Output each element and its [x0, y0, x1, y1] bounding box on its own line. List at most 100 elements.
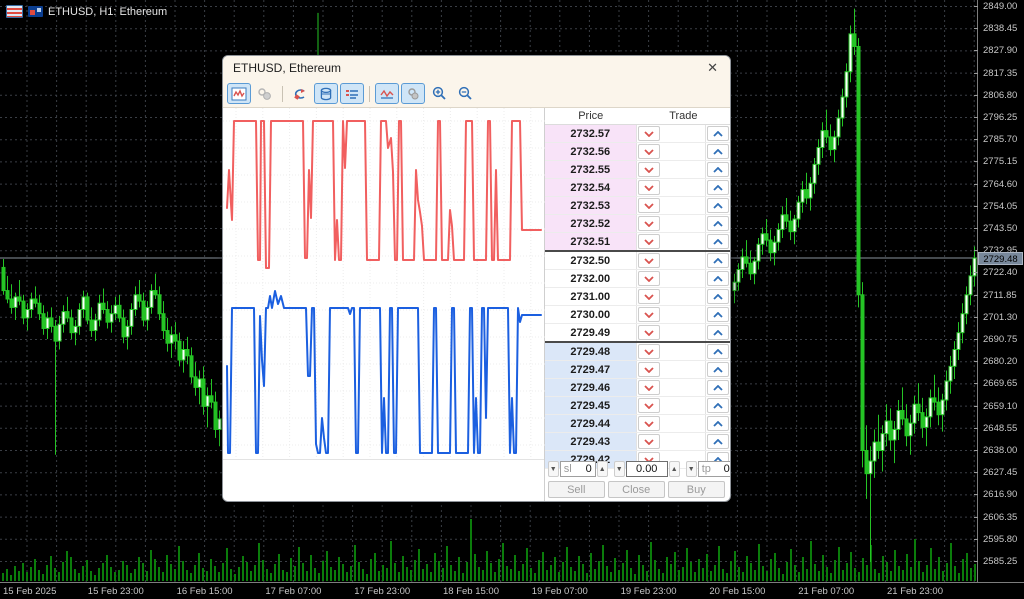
close-icon[interactable]: ✕: [705, 60, 720, 76]
trade-volume-cell: [660, 379, 706, 396]
price-axis-label: 2754.05: [983, 200, 1018, 212]
sell-at-price-button[interactable]: [637, 144, 660, 159]
zoom-in-button[interactable]: [427, 83, 451, 104]
dom-price: 2732.57: [544, 125, 637, 142]
tick-chart: [223, 108, 545, 501]
sell-at-price-button[interactable]: [637, 344, 660, 359]
sell-at-price-button[interactable]: [637, 307, 660, 322]
one-click-trading-button[interactable]: [253, 83, 277, 104]
depth-of-market-button[interactable]: [314, 83, 338, 104]
dom-row: 2732.56: [544, 143, 730, 161]
buy-at-price-button[interactable]: [707, 271, 729, 286]
dialog-body: Price Trade 2732.57 2732.56 2732.55 2732.54…: [223, 108, 730, 501]
volume-increase-button[interactable]: ▲: [668, 461, 680, 477]
sell-button[interactable]: Sell: [547, 481, 605, 498]
tick-chart-footer: [223, 459, 544, 501]
dom-price: 2729.43: [544, 433, 637, 450]
take-profit-field[interactable]: tp 0: [697, 461, 730, 477]
sell-at-price-button[interactable]: [637, 398, 660, 413]
orders-list-button[interactable]: [340, 83, 364, 104]
sell-at-price-button[interactable]: [637, 234, 660, 249]
sell-at-price-button[interactable]: [637, 253, 660, 268]
price-axis[interactable]: 2849.00 2838.45 2827.90 2817.35 2806.80 2796.…: [974, 0, 1024, 582]
buy-at-price-button[interactable]: [707, 344, 729, 359]
buy-at-price-button[interactable]: [707, 162, 729, 177]
sell-at-price-button[interactable]: [637, 416, 660, 431]
sl-decrease-button[interactable]: ▼: [547, 461, 559, 477]
sell-at-price-button[interactable]: [637, 380, 660, 395]
trade-volume-cell: [660, 233, 706, 250]
grouped-quotes-button[interactable]: [401, 83, 425, 104]
trade-volume-cell: [660, 288, 706, 305]
price-axis-label: 2627.45: [983, 467, 1018, 479]
buy-at-price-button[interactable]: [707, 434, 729, 449]
sell-at-price-button[interactable]: [637, 325, 660, 340]
dom-price: 2729.45: [544, 397, 637, 414]
tp-decrease-button[interactable]: ▼: [685, 461, 697, 477]
buy-at-price-button[interactable]: [707, 198, 729, 213]
trade-volume-cell: [660, 125, 706, 142]
dom-price: 2732.55: [544, 161, 637, 178]
buy-button[interactable]: Buy: [667, 481, 725, 498]
tick-chart-view-button[interactable]: [227, 83, 251, 104]
buy-at-price-button[interactable]: [707, 416, 729, 431]
dialog-titlebar[interactable]: ETHUSD, Ethereum ✕: [223, 56, 730, 80]
time-axis[interactable]: 15 Feb 2025 15 Feb 23:00 16 Feb 15:00 17 Fe…: [0, 582, 1024, 599]
dom-header: Price Trade: [544, 108, 730, 125]
sell-at-price-button[interactable]: [637, 180, 660, 195]
sell-at-price-button[interactable]: [637, 162, 660, 177]
buy-at-price-button[interactable]: [707, 216, 729, 231]
price-tick: [974, 427, 978, 429]
price-axis-label: 2817.35: [983, 67, 1018, 79]
buy-at-price-button[interactable]: [707, 180, 729, 195]
price-tick: [974, 6, 978, 7]
dom-row: 2731.00: [544, 288, 730, 306]
zoom-out-button[interactable]: [453, 83, 477, 104]
buy-at-price-button[interactable]: [707, 307, 729, 322]
price-tick: [974, 516, 978, 518]
dom-row: 2729.44: [544, 415, 730, 433]
buy-at-price-button[interactable]: [707, 289, 729, 304]
volume-decrease-button[interactable]: ▼: [613, 461, 625, 477]
dom-dialog-window: ETHUSD, Ethereum ✕ Price Trade 2732.57 2…: [222, 55, 731, 502]
sell-at-price-button[interactable]: [637, 362, 660, 377]
buy-at-price-button[interactable]: [707, 325, 729, 340]
sl-increase-button[interactable]: ▲: [596, 461, 608, 477]
price-axis-label: 2585.25: [983, 556, 1018, 567]
sell-at-price-button[interactable]: [637, 434, 660, 449]
toolbar-separator: [282, 85, 283, 102]
sell-at-price-button[interactable]: [637, 198, 660, 213]
price-column-header: Price: [578, 110, 604, 122]
dom-price: 2732.00: [545, 270, 637, 287]
dom-price: 2732.53: [544, 197, 637, 214]
trade-volume-cell: [660, 397, 706, 414]
stop-loss-field[interactable]: sl 0: [559, 461, 596, 477]
price-axis-label: 2827.90: [983, 45, 1018, 57]
dom-price: 2729.47: [544, 361, 637, 378]
price-tick: [974, 561, 978, 562]
toolbar-separator: [369, 85, 370, 102]
sell-at-price-button[interactable]: [637, 126, 660, 141]
buy-at-price-button[interactable]: [707, 253, 729, 268]
sell-at-price-button[interactable]: [637, 289, 660, 304]
buy-at-price-button[interactable]: [707, 234, 729, 249]
price-axis-label: 2606.35: [983, 511, 1018, 523]
volume-value: 0.00: [636, 463, 658, 475]
sell-at-price-button[interactable]: [637, 216, 660, 231]
buy-at-price-button[interactable]: [707, 380, 729, 395]
time-axis-label: 15 Feb 2025: [3, 586, 57, 597]
buy-at-price-button[interactable]: [707, 126, 729, 141]
buy-at-price-button[interactable]: [707, 144, 729, 159]
sell-at-price-button[interactable]: [637, 271, 660, 286]
volume-field[interactable]: 0.00: [625, 461, 668, 477]
price-tick: [974, 161, 978, 163]
price-axis-label: 2638.00: [983, 445, 1018, 456]
price-axis-label: 2659.10: [983, 400, 1018, 412]
close-button[interactable]: Close: [607, 481, 665, 498]
buy-at-price-button[interactable]: [707, 362, 729, 377]
redraw-button[interactable]: [288, 83, 312, 104]
price-lines-button[interactable]: [375, 83, 399, 104]
buy-at-price-button[interactable]: [707, 398, 729, 413]
dom-row: 2729.45: [544, 397, 730, 415]
trade-volume-cell: [660, 324, 706, 341]
